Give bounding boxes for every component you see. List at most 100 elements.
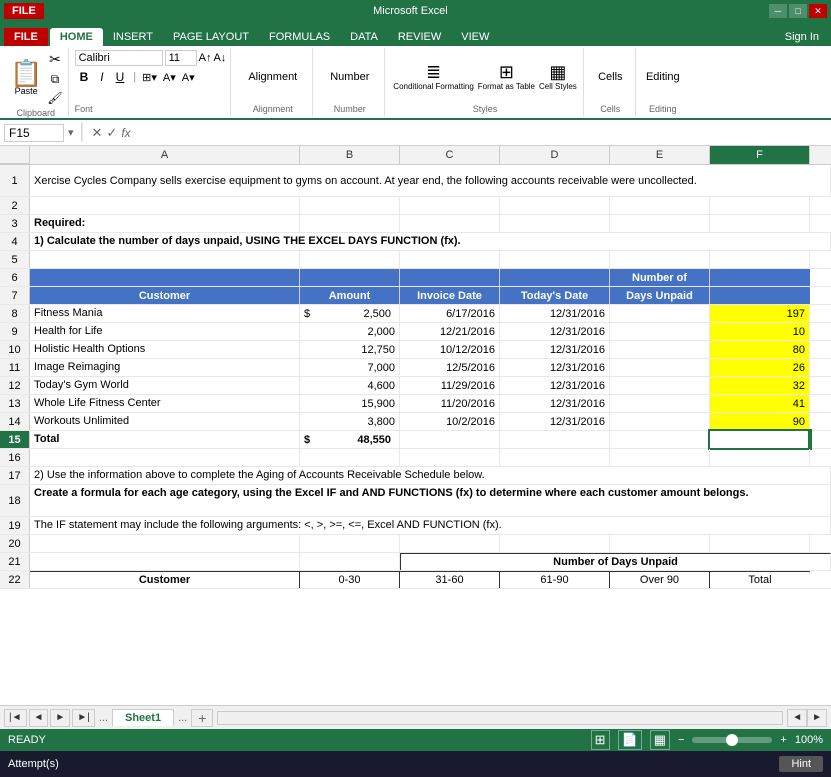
cell-c13[interactable]: 11/20/2016: [400, 395, 500, 412]
font-name-input[interactable]: [75, 50, 163, 66]
cell-c15[interactable]: [400, 431, 500, 448]
cell-a5[interactable]: [30, 251, 300, 268]
cell-c7[interactable]: Invoice Date: [400, 287, 500, 304]
cell-d6[interactable]: [500, 269, 610, 286]
zoom-increase-button[interactable]: +: [780, 734, 786, 746]
cell-a16[interactable]: [30, 449, 300, 466]
cell-e13[interactable]: [610, 395, 710, 412]
col-header-b[interactable]: B: [300, 146, 400, 164]
cell-b21[interactable]: [300, 553, 400, 570]
col-header-a[interactable]: A: [30, 146, 300, 164]
close-button[interactable]: ✕: [809, 4, 827, 18]
tab-data[interactable]: DATA: [340, 28, 388, 46]
normal-view-icon[interactable]: ⊞: [591, 730, 610, 750]
italic-button[interactable]: I: [95, 68, 108, 86]
editing-button[interactable]: Editing: [646, 71, 680, 83]
cell-c8[interactable]: 6/17/2016: [400, 305, 500, 322]
underline-button[interactable]: U: [111, 68, 130, 86]
tab-insert[interactable]: INSERT: [103, 28, 163, 46]
cell-b14[interactable]: 3,800: [300, 413, 400, 430]
font-size-input[interactable]: [165, 50, 197, 66]
cell-b12[interactable]: 4,600: [300, 377, 400, 394]
cell-b9[interactable]: 2,000: [300, 323, 400, 340]
font-color-button[interactable]: A▾: [180, 69, 197, 86]
increase-font-button[interactable]: A↑: [199, 52, 212, 64]
cell-b10[interactable]: 12,750: [300, 341, 400, 358]
cell-e16[interactable]: [610, 449, 710, 466]
cancel-entry-icon[interactable]: ✕: [92, 125, 103, 141]
add-sheet-button[interactable]: +: [191, 709, 213, 727]
cell-c11[interactable]: 12/5/2016: [400, 359, 500, 376]
cell-e2[interactable]: [610, 197, 710, 214]
cell-c22[interactable]: 31-60: [400, 571, 500, 588]
cell-b3[interactable]: [300, 215, 400, 232]
border-button[interactable]: ⊞▾: [140, 69, 159, 86]
tab-page-layout[interactable]: PAGE LAYOUT: [163, 28, 259, 46]
cell-f20[interactable]: [710, 535, 810, 552]
cell-b6[interactable]: [300, 269, 400, 286]
cell-e20[interactable]: [610, 535, 710, 552]
cell-a15[interactable]: Total: [30, 431, 300, 448]
cell-a17[interactable]: 2) Use the information above to complete…: [30, 467, 831, 484]
tab-nav-last[interactable]: ►|: [72, 709, 95, 727]
cell-e5[interactable]: [610, 251, 710, 268]
cell-d10[interactable]: 12/31/2016: [500, 341, 610, 358]
cell-d8[interactable]: 12/31/2016: [500, 305, 610, 322]
cell-d5[interactable]: [500, 251, 610, 268]
cell-a11[interactable]: Image Reimaging: [30, 359, 300, 376]
tab-nav-prev[interactable]: ◄: [29, 709, 49, 727]
cell-f9[interactable]: 10: [710, 323, 810, 340]
cell-d3[interactable]: [500, 215, 610, 232]
cell-a6[interactable]: [30, 269, 300, 286]
cell-b7[interactable]: Amount: [300, 287, 400, 304]
cell-reference-input[interactable]: [4, 124, 64, 142]
cell-a2[interactable]: [30, 197, 300, 214]
tab-file[interactable]: FILE: [4, 28, 48, 46]
cell-e7[interactable]: Days Unpaid: [610, 287, 710, 304]
cell-a21[interactable]: [30, 553, 300, 570]
cell-d16[interactable]: [500, 449, 610, 466]
cell-e6[interactable]: Number of: [610, 269, 710, 286]
cell-f5[interactable]: [710, 251, 810, 268]
cell-b11[interactable]: 7,000: [300, 359, 400, 376]
cell-c6[interactable]: [400, 269, 500, 286]
paste-button[interactable]: 📋 Paste: [8, 58, 44, 98]
cell-c12[interactable]: 11/29/2016: [400, 377, 500, 394]
cell-e3[interactable]: [610, 215, 710, 232]
cell-d7[interactable]: Today's Date: [500, 287, 610, 304]
cell-f16[interactable]: [710, 449, 810, 466]
cell-a8[interactable]: Fitness Mania: [30, 305, 300, 322]
cell-f10[interactable]: 80: [710, 341, 810, 358]
function-expand-button[interactable]: ▾: [68, 126, 74, 139]
cell-d9[interactable]: 12/31/2016: [500, 323, 610, 340]
cell-a10[interactable]: Holistic Health Options: [30, 341, 300, 358]
cell-b2[interactable]: [300, 197, 400, 214]
tab-home[interactable]: HOME: [50, 28, 103, 46]
cell-d14[interactable]: 12/31/2016: [500, 413, 610, 430]
cell-a22[interactable]: Customer: [30, 571, 300, 588]
col-header-e[interactable]: E: [610, 146, 710, 164]
col-header-c[interactable]: C: [400, 146, 500, 164]
format-as-table-button[interactable]: ⊞ Format as Table: [478, 62, 535, 92]
cell-b15[interactable]: $48,550: [300, 431, 400, 448]
cell-f3[interactable]: [710, 215, 810, 232]
cell-f11[interactable]: 26: [710, 359, 810, 376]
cut-button[interactable]: ✂: [46, 50, 63, 69]
bold-button[interactable]: B: [75, 68, 94, 86]
cell-a14[interactable]: Workouts Unlimited: [30, 413, 300, 430]
tab-formulas[interactable]: FORMULAS: [259, 28, 340, 46]
cell-f15[interactable]: [710, 431, 810, 448]
cell-d11[interactable]: 12/31/2016: [500, 359, 610, 376]
cell-c2[interactable]: [400, 197, 500, 214]
cell-a3[interactable]: Required:: [30, 215, 300, 232]
cell-f7[interactable]: [710, 287, 810, 304]
cell-a20[interactable]: [30, 535, 300, 552]
row-header[interactable]: 15: [0, 431, 30, 448]
cell-e14[interactable]: [610, 413, 710, 430]
scroll-right-button[interactable]: ►: [807, 709, 827, 727]
formula-input[interactable]: [135, 125, 827, 141]
zoom-slider[interactable]: [692, 737, 772, 743]
cell-e22[interactable]: Over 90: [610, 571, 710, 588]
cell-d13[interactable]: 12/31/2016: [500, 395, 610, 412]
hint-button[interactable]: Hint: [779, 756, 823, 772]
